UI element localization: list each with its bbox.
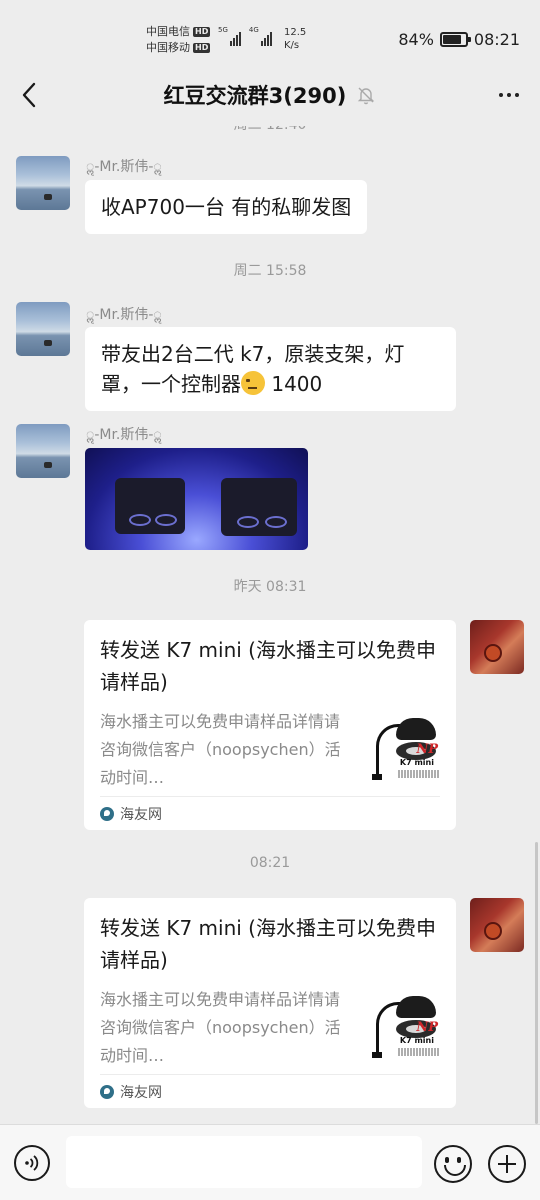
voice-input-button[interactable] [14, 1145, 50, 1181]
network-speed: 12.5 K/s [284, 26, 306, 52]
source-name: 海友网 [120, 1084, 162, 1101]
more-actions-button[interactable] [488, 1145, 526, 1183]
network-speed-unit: K/s [284, 40, 300, 51]
source-icon [100, 1084, 114, 1099]
group-title: 红豆交流群3(290) [163, 84, 347, 108]
signal-strength-icon: 5G [218, 26, 241, 46]
carrier-info: 中国电信 HD 中国移动 HD [146, 24, 211, 56]
status-bar: 中国电信 HD 中国移动 HD 5G 4G 12.5 K/s 84% 08:21 [0, 0, 540, 64]
voice-icon [25, 1155, 39, 1171]
my-avatar[interactable] [470, 898, 524, 952]
message-bubble[interactable]: 带友出2台二代 k7，原装支架，灯 罩，一个控制器 1400 [85, 327, 456, 411]
link-card-title: 转发送 K7 mini (海水播主可以免费申请样品) [100, 916, 436, 972]
signal-indicators: 5G 4G [218, 26, 272, 46]
scrollbar[interactable] [535, 842, 538, 1124]
avatar[interactable] [16, 424, 70, 478]
image-message[interactable] [85, 448, 308, 550]
thumbnail-logo: NP [416, 1020, 438, 1035]
link-card[interactable]: 转发送 K7 mini (海水播主可以免费申请样品) 海水播主可以免费申请样品详… [84, 620, 456, 830]
link-card-source: 海友网 [100, 796, 440, 830]
battery-percent: 84% [398, 30, 434, 49]
hd-badge: HD [193, 43, 211, 53]
hd-badge: HD [193, 27, 211, 37]
dot-icon [507, 93, 511, 97]
input-bar [0, 1124, 540, 1200]
clock: 08:21 [473, 30, 520, 49]
my-avatar[interactable] [470, 620, 524, 674]
message-text: 1400 [265, 372, 323, 396]
photo-subject [221, 478, 297, 536]
timestamp: 周二 12:40 [0, 126, 540, 134]
dot-icon [499, 93, 503, 97]
source-icon [100, 806, 114, 821]
carrier-1-label: 中国电信 [146, 25, 190, 38]
avatar[interactable] [16, 156, 70, 210]
message-text: 罩，一个控制器 [101, 372, 241, 396]
message-text-line: 带友出2台二代 k7，原装支架，灯 [101, 342, 405, 366]
more-options-button[interactable] [492, 80, 526, 110]
source-name: 海友网 [120, 806, 162, 823]
signal-strength-icon: 4G [249, 26, 272, 46]
timestamp: 周二 15:58 [233, 263, 307, 279]
sender-name: ॢ-Mr.斯伟-ॢ [86, 307, 162, 323]
signal-2-type: 4G [248, 26, 259, 34]
dot-icon [515, 93, 519, 97]
emoji-button[interactable] [434, 1145, 472, 1183]
message-input[interactable] [66, 1136, 422, 1188]
link-card-source: 海友网 [100, 1074, 440, 1108]
photo-subject [115, 478, 185, 534]
chat-header: 红豆交流群3(290) [0, 64, 540, 126]
link-card[interactable]: 转发送 K7 mini (海水播主可以免费申请样品) 海水播主可以免费申请样品详… [84, 898, 456, 1108]
avatar[interactable] [16, 302, 70, 356]
network-speed-value: 12.5 [284, 27, 307, 38]
link-card-title: 转发送 K7 mini (海水播主可以免费申请样品) [100, 638, 436, 694]
thinking-face-icon [241, 371, 265, 395]
link-card-thumbnail: NP K7 mini [370, 992, 440, 1062]
thumbnail-model: K7 mini [399, 1036, 434, 1045]
chevron-left-icon [22, 82, 36, 108]
message-list[interactable]: 周二 12:40 ॢ-Mr.斯伟-ॢ 收AP700一台 有的私聊发图 周二 15… [0, 126, 540, 1124]
sender-name: ॢ-Mr.斯伟-ॢ [86, 159, 162, 175]
muted-bell-icon [358, 87, 375, 105]
link-card-description: 海水播主可以免费申请样品详情请咨询微信客户（noopsychen）活动时间… [100, 990, 341, 1065]
thumbnail-model: K7 mini [399, 758, 434, 767]
link-card-description: 海水播主可以免费申请样品详情请咨询微信客户（noopsychen）活动时间… [100, 712, 341, 787]
link-card-thumbnail: NP K7 mini [370, 714, 440, 784]
back-button[interactable] [14, 80, 44, 110]
sender-name: ॢ-Mr.斯伟-ॢ [86, 427, 162, 443]
timestamp: 昨天 08:31 [233, 579, 307, 595]
thumbnail-logo: NP [416, 742, 438, 757]
signal-1-type: 5G [218, 26, 228, 34]
battery-icon [439, 32, 471, 47]
message-bubble[interactable]: 收AP700一台 有的私聊发图 [85, 180, 368, 234]
carrier-2-label: 中国移动 [146, 41, 190, 54]
timestamp: 08:21 [249, 855, 291, 871]
battery-status: 84% 08:21 [398, 30, 520, 49]
